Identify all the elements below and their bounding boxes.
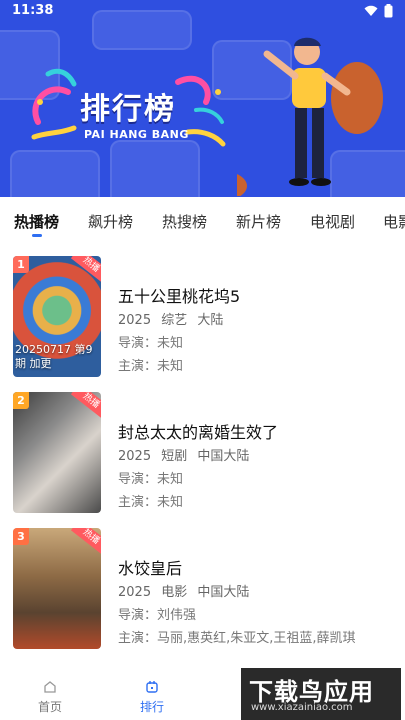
cast-label: 主演： [118,359,158,374]
director-label: 导演： [118,472,158,487]
cast-value: 未知 [157,359,184,374]
item-cast: 主演：马丽,惠英红,朱亚文,王祖蓝,薛凯琪 [118,627,356,646]
item-year: 2025 [118,449,152,464]
item-title[interactable]: 封总太太的离婚生效了 [118,419,278,443]
director-value: 未知 [157,336,184,351]
tab-movie[interactable]: 电影 [383,211,405,232]
director-value: 未知 [157,472,184,487]
home-icon [44,681,56,693]
rank-badge: 2 [13,392,29,409]
ranking-icon [146,681,158,693]
list-item[interactable]: 2 热播 封总太太的离婚生效了 2025 短剧 中国大陆 导演：未知 主演：未知 [13,392,393,513]
wifi-icon [364,5,378,16]
nav-ranking[interactable]: 排行 [122,680,182,715]
cast-value: 马丽,惠英红,朱亚文,王祖蓝,薛凯琪 [157,631,356,646]
item-title[interactable]: 水饺皇后 [118,555,182,579]
status-time: 11:38 [12,3,54,18]
nav-home[interactable]: 首页 [20,680,80,715]
poster-image[interactable]: 3 热播 [13,528,101,649]
item-cast: 主演：未知 [118,355,183,374]
man-with-money-bag-illustration [237,37,383,196]
status-icons [364,4,393,18]
status-bar: 11:38 [0,0,405,22]
item-year: 2025 [118,313,152,328]
banner-tile [10,150,100,197]
nav-home-label: 首页 [37,700,62,714]
item-director: 导演：未知 [118,332,183,351]
banner: 11:38 排行榜 PAI HANG BANG [0,0,405,197]
item-region: 大陆 [197,313,224,328]
tab-tv-series[interactable]: 电视剧 [310,211,355,232]
tab-hot-search[interactable]: 热搜榜 [162,211,207,232]
tab-indicator [32,234,42,237]
nav-ranking-label: 排行 [139,700,164,714]
list-item[interactable]: 3 热播 水饺皇后 2025 电影 中国大陆 导演：刘伟强 主演：马丽,惠英红,… [13,528,393,649]
item-region: 中国大陆 [197,449,250,464]
rank-badge: 3 [13,528,29,545]
hot-badge: 热播 [70,256,101,283]
banner-title: 排行榜 [80,92,176,127]
tab-hot-play[interactable]: 热播榜 [14,211,59,232]
list-item[interactable]: 1 热播 20250717 第9期 加更 五十公里桃花坞5 2025 综艺 大陆… [13,256,393,377]
item-meta: 2025 综艺 大陆 [118,309,229,328]
poster-image[interactable]: 2 热播 [13,392,101,513]
banner-subtitle: PAI HANG BANG [84,128,189,141]
poster-caption: 20250717 第9期 加更 [15,343,93,370]
battery-icon [384,4,393,18]
item-meta: 2025 短剧 中国大陆 [118,445,255,464]
item-cast: 主演：未知 [118,491,183,510]
hot-badge: 热播 [70,528,101,555]
item-genre: 综艺 [161,313,188,328]
director-value: 刘伟强 [157,608,197,623]
tab-bar: 热播榜 飙升榜 热搜榜 新片榜 电视剧 电影 [0,197,405,245]
item-director: 导演：未知 [118,468,183,487]
director-label: 导演： [118,336,158,351]
item-title[interactable]: 五十公里桃花坞5 [118,283,240,307]
item-genre: 电影 [161,585,188,600]
item-director: 导演：刘伟强 [118,604,196,623]
rank-badge: 1 [13,256,29,273]
watermark-url: www.xiazainiao.com [251,702,353,713]
item-region: 中国大陆 [197,585,250,600]
poster-image[interactable]: 1 热播 20250717 第9期 加更 [13,256,101,377]
cast-label: 主演： [118,495,158,510]
director-label: 导演： [118,608,158,623]
hot-badge: 热播 [70,392,101,419]
tab-rising[interactable]: 飙升榜 [88,211,133,232]
cast-label: 主演： [118,631,158,646]
item-genre: 短剧 [161,449,188,464]
banner-logo: 排行榜 PAI HANG BANG [28,62,228,152]
tab-new-release[interactable]: 新片榜 [236,211,281,232]
cast-value: 未知 [157,495,184,510]
item-year: 2025 [118,585,152,600]
item-meta: 2025 电影 中国大陆 [118,581,255,600]
watermark: 下载鸟应用 www.xiazainiao.com [241,668,401,720]
